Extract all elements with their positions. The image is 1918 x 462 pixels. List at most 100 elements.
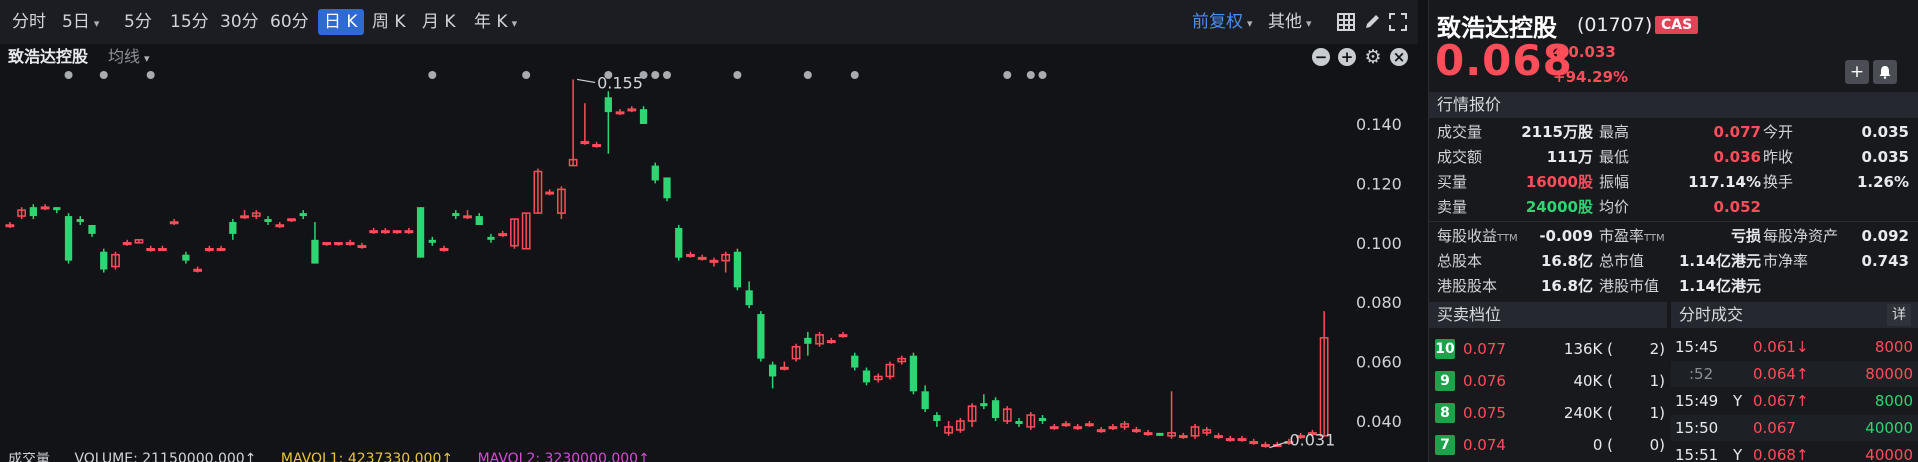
stat-value: 0.077 xyxy=(1713,123,1761,141)
order-book: 10 0.077 136K (2) 9 0.076 40K (1) 8 0.075 240K (… xyxy=(1429,330,1669,462)
tick-row: :52 0.064↑ 80000 xyxy=(1671,361,1918,387)
candle-body xyxy=(980,403,988,407)
quote-stat-row: 港股股本 16.8亿 港股市值 1.14亿港元 xyxy=(1429,274,1918,299)
divider xyxy=(1429,221,1918,222)
candle-body xyxy=(909,355,918,392)
candle-body xyxy=(757,314,765,359)
y-axis-tick-label: 0.040 xyxy=(1356,412,1402,431)
tab-label: 30分 xyxy=(220,12,259,32)
stat-key: 卖量 xyxy=(1437,198,1468,216)
stat-value: 0.035 xyxy=(1861,123,1909,141)
tab-label: 5分 xyxy=(124,12,152,32)
tab-60min[interactable]: 60分 xyxy=(264,9,315,35)
stat-value: 1.26% xyxy=(1856,173,1909,191)
candle-body xyxy=(1214,435,1223,439)
candle-body xyxy=(709,259,719,263)
order-volume: 136K ( xyxy=(1563,340,1613,358)
order-book-row[interactable]: 7 0.074 0 (0) xyxy=(1429,430,1669,460)
tab-monthly-k[interactable]: 月 K xyxy=(416,9,462,35)
chevron-down-icon: ▾ xyxy=(1306,17,1312,30)
order-count: 0) xyxy=(1649,436,1665,454)
candle-body xyxy=(1178,435,1188,439)
stat-key: 最高 xyxy=(1599,123,1630,141)
add-watchlist-button[interactable]: + xyxy=(1845,60,1869,84)
stat-key: 每股收益TTM xyxy=(1437,224,1518,251)
y-axis-tick-label: 0.120 xyxy=(1356,174,1402,193)
order-level: 7 xyxy=(1435,435,1455,455)
candle-body xyxy=(369,230,379,234)
bell-icon[interactable] xyxy=(1873,60,1897,84)
stat-value: 1.14亿港元 xyxy=(1678,252,1761,270)
close-icon[interactable]: × xyxy=(1390,48,1408,66)
arrow-up-icon: 🡅 xyxy=(1553,43,1569,61)
stat-key: 总市值 xyxy=(1599,249,1644,276)
adjust-dropdown[interactable]: 前复权 ▾ xyxy=(1192,9,1253,35)
candle-body xyxy=(675,227,683,258)
y-axis-tick-label: 0.140 xyxy=(1356,115,1402,134)
chart-toolbar: 分时 5日 ▾ 5分 15分 30分 60分 日 K 周 K 月 K 年 K ▾ 前… xyxy=(0,0,1418,44)
event-dot-icon xyxy=(1026,71,1035,79)
tab-5day[interactable]: 5日 ▾ xyxy=(56,9,105,35)
candle-body xyxy=(498,233,508,237)
candle-body xyxy=(592,144,601,148)
pen-draw-icon[interactable] xyxy=(1362,13,1382,33)
fullscreen-icon[interactable] xyxy=(1388,13,1408,33)
zoom-in-icon[interactable]: + xyxy=(1338,48,1356,66)
tick-flag: Y xyxy=(1733,392,1743,410)
candlestick-chart[interactable]: 0.140 0.120 0.100 0.080 0.060 0.040 0.155 0.031 xyxy=(0,70,1418,452)
candle-body xyxy=(1143,432,1153,436)
event-dot-icon xyxy=(64,71,73,79)
tab-timeshare[interactable]: 分时 xyxy=(6,9,52,35)
chart-subbar: 致浩达控股 均线 ▾ − + ⚙ × xyxy=(0,44,1418,70)
stat-key: 均价 xyxy=(1599,198,1630,216)
event-dot-icon xyxy=(1038,71,1047,79)
stat-key: 今开 xyxy=(1763,123,1794,141)
candle-body xyxy=(487,236,495,240)
candle-body xyxy=(580,141,590,145)
section-ticks-title: 分时成交 详 xyxy=(1671,302,1918,328)
tab-weekly-k[interactable]: 周 K xyxy=(366,9,412,35)
order-book-row[interactable]: 8 0.075 240K (1) xyxy=(1429,398,1669,428)
candle-body xyxy=(193,268,203,272)
ticks-detail-button[interactable]: 详 xyxy=(1887,304,1911,326)
stat-key: 换手 xyxy=(1763,173,1794,191)
stat-value: 16.8亿 xyxy=(1540,277,1593,295)
gear-icon[interactable]: ⚙ xyxy=(1364,48,1382,67)
tab-30min[interactable]: 30分 xyxy=(214,9,265,35)
ma-dropdown[interactable]: 均线 ▾ xyxy=(108,44,150,72)
tick-volume: 8000 xyxy=(1874,392,1913,410)
stat-value: 24000股 xyxy=(1525,198,1593,216)
stat-value: 2115万股 xyxy=(1521,123,1593,141)
chart-stock-name: 致浩达控股 xyxy=(8,47,89,66)
candle-body xyxy=(404,230,414,234)
tab-15min[interactable]: 15分 xyxy=(164,9,215,35)
event-dot-icon xyxy=(850,71,859,79)
candle-body xyxy=(357,245,367,249)
stat-key: 港股市值 xyxy=(1599,274,1659,301)
tab-yearly-k[interactable]: 年 K ▾ xyxy=(468,9,523,35)
quote-header: 致浩达控股 (01707) CAS 0.068 🡅0.033 +94.29% + xyxy=(1429,0,1918,90)
other-label: 其他 xyxy=(1268,12,1302,32)
candle-body xyxy=(1225,438,1235,442)
order-volume: 240K ( xyxy=(1563,404,1613,422)
stat-key: 振幅 xyxy=(1599,173,1630,191)
stat-value: 0.036 xyxy=(1713,148,1761,166)
stat-key-text: 总市值 xyxy=(1599,252,1645,270)
event-dot-icon xyxy=(663,71,671,79)
section-quote-title: 行情报价 xyxy=(1429,92,1918,118)
candle-body xyxy=(545,191,555,195)
tick-volume: 40000 xyxy=(1865,446,1913,462)
order-level: 8 xyxy=(1435,403,1455,423)
grid-layout-icon[interactable] xyxy=(1336,13,1356,33)
tick-time: 15:51 xyxy=(1675,446,1719,462)
stat-key-text: 港股市值 xyxy=(1599,277,1660,295)
other-dropdown[interactable]: 其他 ▾ xyxy=(1268,9,1312,35)
tab-daily-k[interactable]: 日 K xyxy=(318,9,364,35)
candle-body xyxy=(1061,423,1071,427)
zoom-out-icon[interactable]: − xyxy=(1312,48,1330,66)
quote-stat-row: 成交量 2115万股 最高 0.077 今开 0.035 xyxy=(1429,120,1918,145)
order-book-row[interactable]: 9 0.076 40K (1) xyxy=(1429,366,1669,396)
order-book-row[interactable]: 10 0.077 136K (2) xyxy=(1429,334,1669,364)
candle-body xyxy=(416,207,425,258)
tab-5min[interactable]: 5分 xyxy=(118,9,158,35)
